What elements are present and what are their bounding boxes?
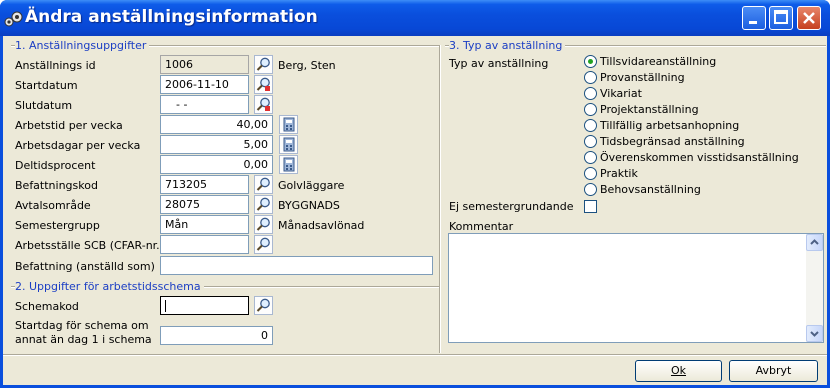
label-arbetstid: Arbetstid per vecka bbox=[15, 119, 123, 132]
slutdatum-input[interactable]: - - bbox=[160, 95, 249, 114]
label-befattning: Befattning (anställd som) bbox=[15, 260, 155, 273]
radio-option[interactable] bbox=[584, 167, 597, 180]
semestergrupp-name: Månadsavlönad bbox=[278, 219, 365, 232]
search-icon[interactable] bbox=[254, 175, 273, 194]
label-startdag-2: annat än dag 1 i schema bbox=[15, 333, 152, 346]
label-schemakod: Schemakod bbox=[15, 300, 79, 313]
calculator-icon[interactable] bbox=[279, 155, 298, 174]
radio-option-label[interactable]: Projektanställning bbox=[600, 103, 699, 116]
label-kommentar: Kommentar bbox=[449, 220, 514, 233]
label-avtalsomrade: Avtalsområde bbox=[15, 199, 91, 212]
text-cursor bbox=[165, 300, 166, 312]
befattning-name: Golvläggare bbox=[278, 179, 345, 192]
title-bar[interactable]: Ändra anställningsinformation bbox=[0, 0, 830, 36]
cancel-button[interactable]: Avbryt bbox=[729, 360, 818, 382]
semestergrupp-input[interactable]: Mån bbox=[160, 215, 249, 234]
avtal-name: BYGGNADS bbox=[278, 199, 340, 212]
close-button[interactable] bbox=[797, 6, 821, 30]
anstallnings-id-field: 1006 bbox=[160, 55, 249, 74]
ej-semestergrundande-checkbox[interactable] bbox=[584, 200, 597, 213]
kommentar-scrollbar[interactable] bbox=[806, 234, 823, 342]
calculator-icon[interactable] bbox=[279, 115, 298, 134]
label-ej-semestergrundande: Ej semestergrundande bbox=[449, 200, 574, 213]
radio-option[interactable] bbox=[584, 183, 597, 196]
cancel-button-label: Avbryt bbox=[755, 364, 792, 377]
label-slutdatum: Slutdatum bbox=[15, 99, 73, 112]
calendar-icon[interactable] bbox=[254, 95, 273, 114]
avtalsomrade-input[interactable]: 28075 bbox=[160, 195, 249, 214]
radio-option[interactable] bbox=[584, 87, 597, 100]
dialog-body: 1. Anställningsuppgifter Anställnings id… bbox=[3, 36, 827, 385]
startdag-input[interactable]: 0 bbox=[160, 326, 273, 345]
calendar-icon[interactable] bbox=[254, 75, 273, 94]
kommentar-textarea[interactable] bbox=[448, 233, 824, 343]
radio-option-label[interactable]: Tidsbegränsad anställning bbox=[600, 135, 745, 148]
section-divider bbox=[439, 45, 441, 353]
search-icon[interactable] bbox=[254, 235, 273, 254]
deltidsprocent-input[interactable]: 0,00 bbox=[160, 155, 273, 174]
startdatum-input[interactable]: 2006-11-10 bbox=[160, 75, 249, 94]
calculator-icon[interactable] bbox=[279, 135, 298, 154]
arbetsdagar-input[interactable]: 5,00 bbox=[160, 135, 273, 154]
radio-option-label[interactable]: Vikariat bbox=[600, 87, 642, 100]
befattningskod-input[interactable]: 713205 bbox=[160, 175, 249, 194]
search-icon[interactable] bbox=[254, 215, 273, 234]
radio-option[interactable] bbox=[584, 71, 597, 84]
app-icon bbox=[4, 9, 24, 29]
radio-option-label[interactable]: Praktik bbox=[600, 167, 638, 180]
bottom-separator bbox=[3, 354, 827, 356]
label-deltidsprocent: Deltidsprocent bbox=[15, 159, 96, 172]
employee-name: Berg, Sten bbox=[278, 59, 336, 72]
dialog-window: Ändra anställningsinformation 1. Anställ… bbox=[0, 0, 830, 388]
radio-option[interactable] bbox=[584, 55, 597, 68]
search-icon[interactable] bbox=[254, 296, 273, 315]
radio-option-label[interactable]: Tillfällig arbetsanhopning bbox=[600, 119, 739, 132]
radio-option[interactable] bbox=[584, 151, 597, 164]
label-startdatum: Startdatum bbox=[15, 79, 78, 92]
label-typ-av-anstallning: Typ av anställning bbox=[449, 57, 549, 70]
label-startdag-1: Startdag för schema om bbox=[15, 319, 149, 332]
maximize-button[interactable] bbox=[769, 6, 793, 30]
radio-option[interactable] bbox=[584, 103, 597, 116]
search-icon[interactable] bbox=[254, 195, 273, 214]
ok-button[interactable]: Ok bbox=[635, 360, 722, 382]
radio-option[interactable] bbox=[584, 119, 597, 132]
radio-option-label[interactable]: Provanställning bbox=[600, 71, 685, 84]
minimize-button[interactable] bbox=[742, 6, 766, 30]
label-semestergrupp: Semestergrupp bbox=[15, 219, 100, 232]
radio-option-label[interactable]: Överenskommen visstidsanställning bbox=[600, 151, 799, 164]
section1-title: 1. Anställningsuppgifter bbox=[15, 39, 150, 52]
ok-button-label: Ok bbox=[670, 364, 687, 377]
label-befattningskod: Befattningskod bbox=[15, 179, 98, 192]
arbetsstalle-input[interactable] bbox=[160, 235, 249, 254]
label-arbetsdagar: Arbetsdagar per vecka bbox=[15, 139, 141, 152]
scroll-up-button[interactable] bbox=[806, 234, 823, 251]
radio-option-label[interactable]: Behovsanställning bbox=[600, 183, 701, 196]
section2-title: 2. Uppgifter för arbetstidsschema bbox=[15, 280, 204, 293]
arbetstid-input[interactable]: 40,00 bbox=[160, 115, 273, 134]
schemakod-input[interactable] bbox=[160, 296, 249, 315]
section3-title: 3. Typ av anställning bbox=[449, 39, 566, 52]
label-arbetsstalle: Arbetsställe SCB (CFAR-nr.) bbox=[15, 239, 164, 252]
label-anstallnings-id: Anställnings id bbox=[15, 59, 96, 72]
radio-option-label[interactable]: Tillsvidareanställning bbox=[600, 55, 716, 68]
scroll-down-button[interactable] bbox=[806, 325, 823, 342]
befattning-input[interactable] bbox=[160, 256, 433, 275]
search-icon[interactable] bbox=[254, 55, 273, 74]
radio-option[interactable] bbox=[584, 135, 597, 148]
window-title: Ändra anställningsinformation bbox=[25, 7, 318, 27]
